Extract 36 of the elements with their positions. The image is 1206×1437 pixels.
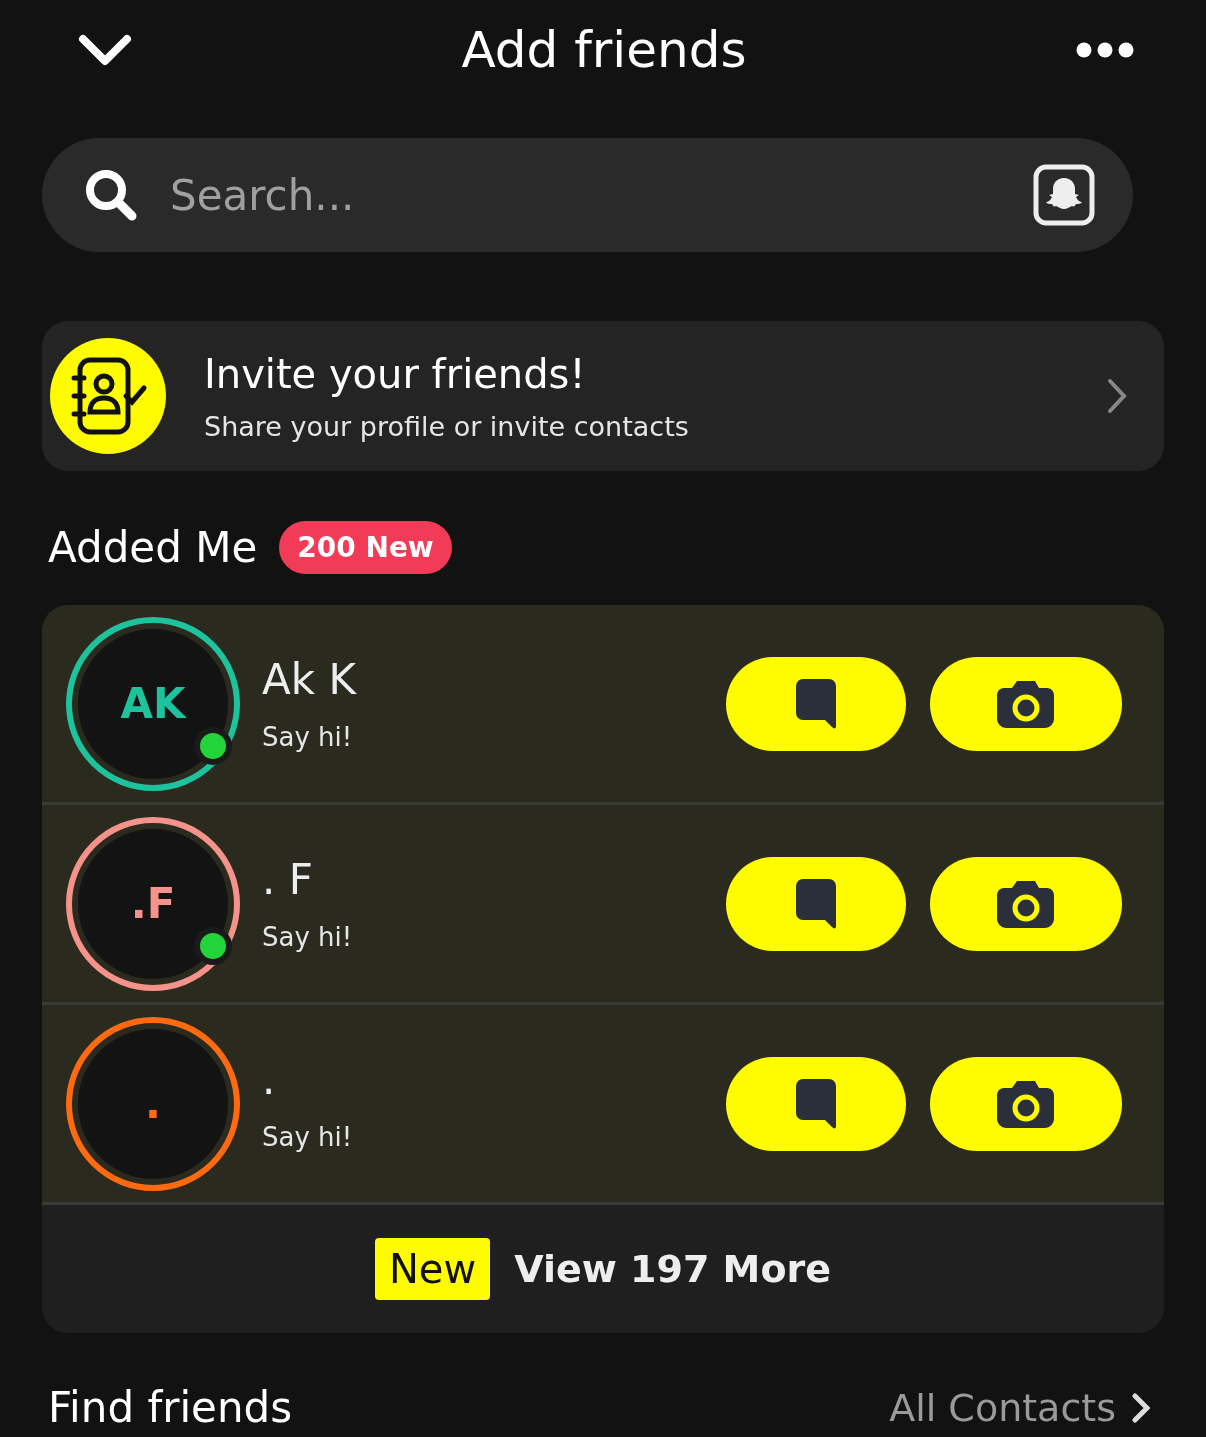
friend-name: Ak K <box>262 655 358 704</box>
chevron-right-icon <box>1132 1392 1150 1423</box>
friend-subtitle: Say hi! <box>262 722 354 752</box>
friend-subtitle: Say hi! <box>262 1122 354 1152</box>
avatar-initials: AK <box>120 679 186 728</box>
avatar-initials: .F <box>130 879 176 928</box>
camera-icon <box>997 678 1055 729</box>
avatar[interactable]: .F <box>66 816 240 991</box>
all-contacts-link[interactable]: All Contacts <box>889 1385 1150 1430</box>
friend-name: . <box>262 1055 277 1104</box>
view-more-label: View 197 More <box>514 1247 832 1291</box>
chat-bubble-icon <box>795 877 837 930</box>
invite-subtitle: Share your profile or invite contacts <box>204 410 690 442</box>
more-icon[interactable] <box>1076 42 1134 58</box>
avatar-initials: . <box>145 1079 161 1128</box>
chat-bubble-icon <box>795 677 837 730</box>
chevron-right-icon <box>1106 377 1128 415</box>
friend-subtitle: Say hi! <box>262 922 354 952</box>
friend-name: . F <box>262 855 314 904</box>
search-icon <box>84 168 138 222</box>
ghost-icon[interactable] <box>1033 164 1095 226</box>
avatar[interactable]: AK <box>66 616 240 791</box>
chat-bubble-icon <box>795 1077 837 1130</box>
new-tag: New <box>374 1238 491 1300</box>
camera-icon <box>997 878 1055 929</box>
search-field[interactable]: Search... <box>168 169 1033 221</box>
camera-icon <box>997 1078 1055 1129</box>
section-title: Find friends <box>48 1383 293 1432</box>
invite-title: Invite your friends! <box>204 350 587 397</box>
avatar[interactable]: . <box>66 1016 240 1191</box>
chevron-down-icon[interactable] <box>78 34 132 66</box>
page-title: Add friends <box>461 21 747 79</box>
section-title: Added Me <box>48 522 258 572</box>
invite-card[interactable]: Invite your friends! Share your profile or invite contacts <box>42 321 1164 471</box>
search-bar[interactable]: Search... <box>42 138 1133 252</box>
new-count-badge: 200 New <box>279 520 452 574</box>
